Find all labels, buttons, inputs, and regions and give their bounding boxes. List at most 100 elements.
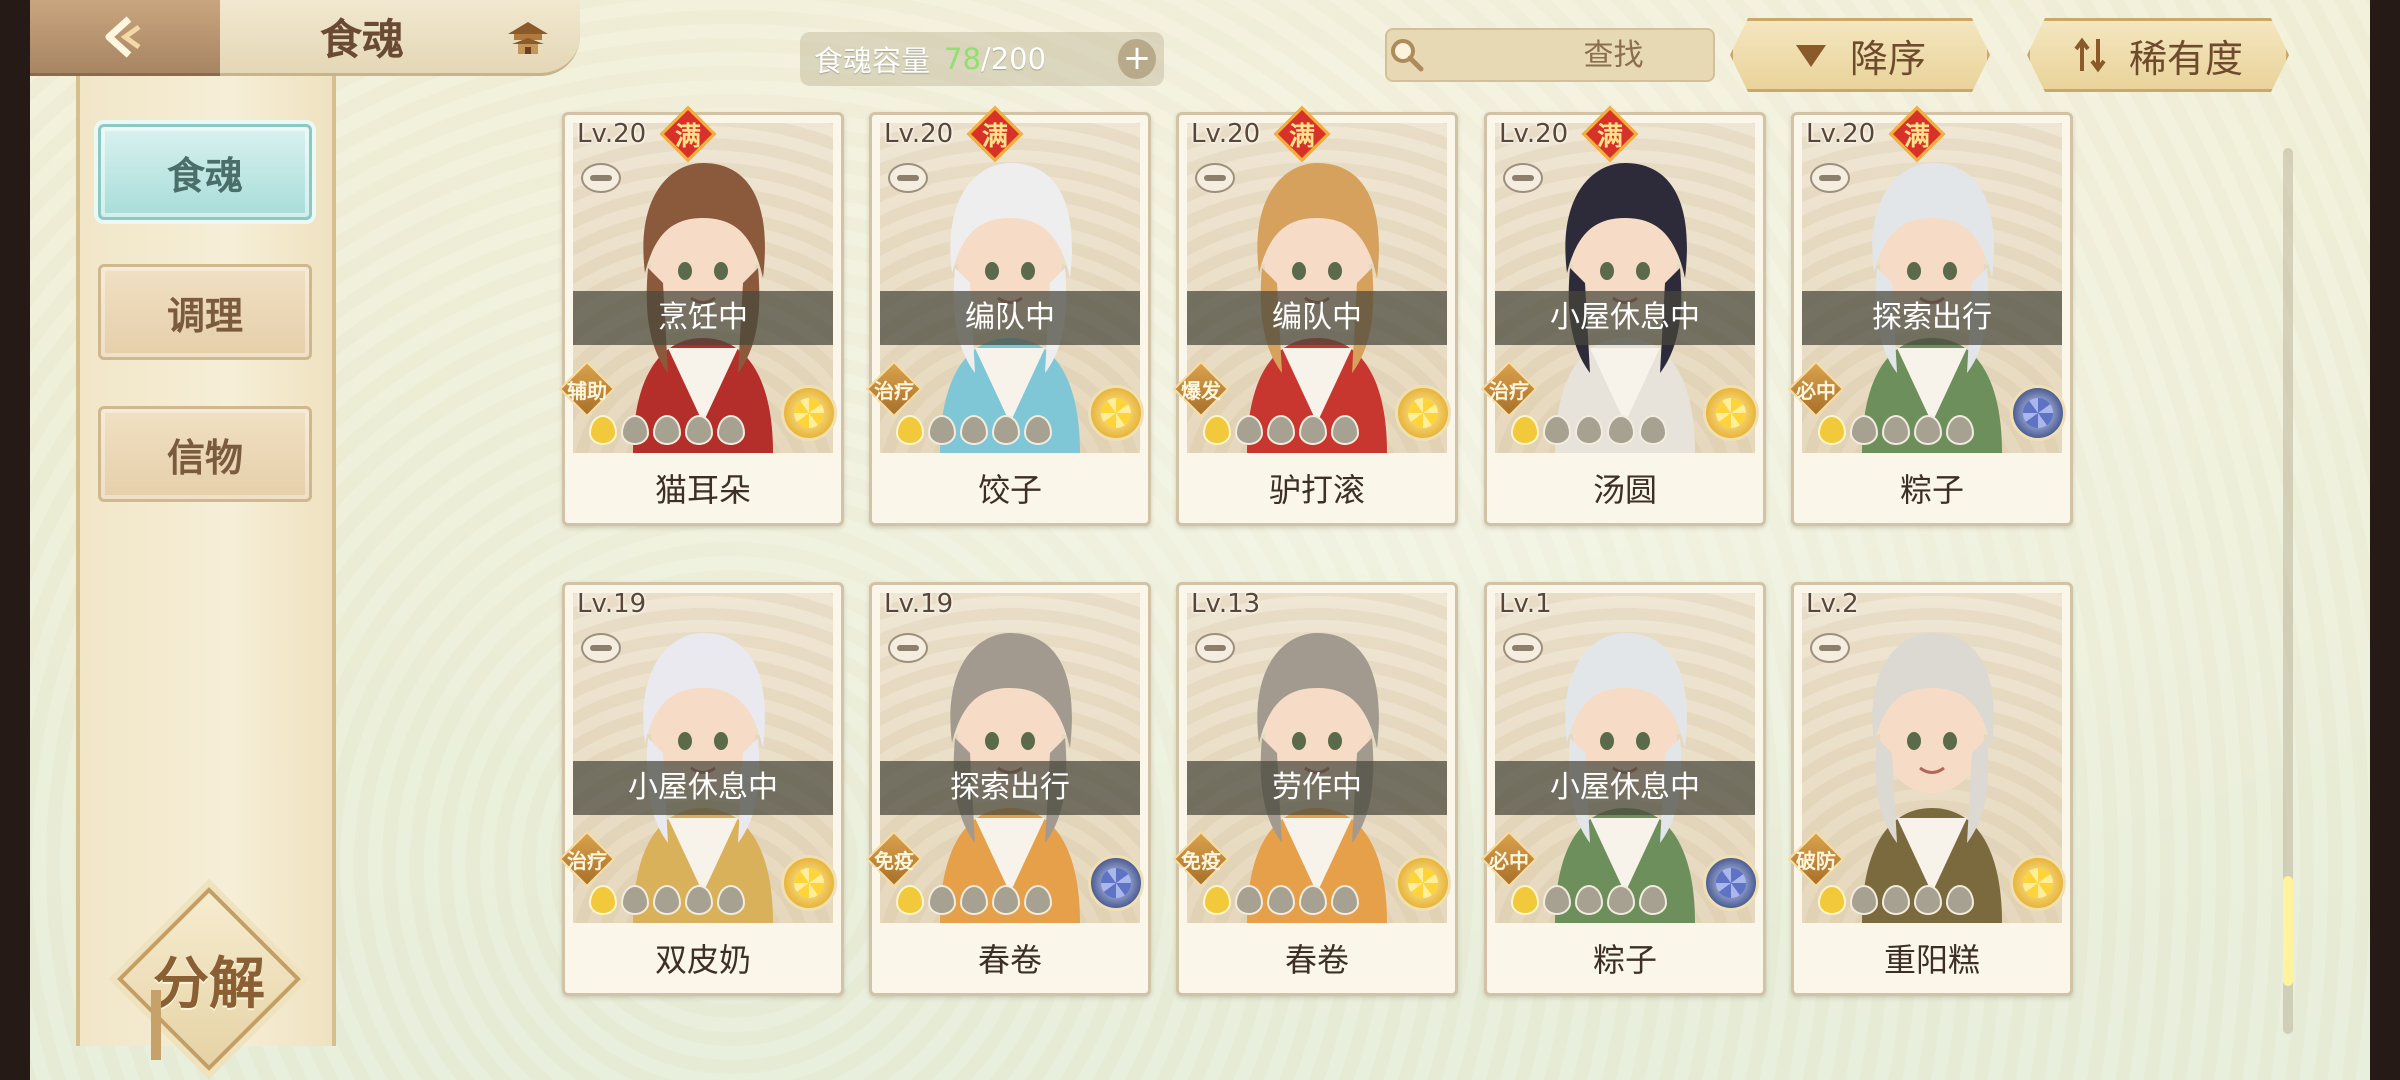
flame-icon — [896, 885, 924, 915]
level-label: Lv.19 — [577, 589, 647, 619]
role-text: 必中 — [1489, 848, 1529, 873]
flame-icon — [1914, 415, 1942, 445]
food-soul-card[interactable]: Lv.20 满编队中 爆发 驴打滚 — [1172, 105, 1458, 526]
max-badge-text: 满 — [1903, 121, 1930, 152]
food-soul-card[interactable]: Lv.1 小屋休息中 必中 粽子 — [1480, 582, 1766, 996]
flame-icon — [1607, 415, 1635, 445]
food-soul-card[interactable]: Lv.20 满编队中治疗饺子 — [865, 105, 1151, 526]
level-label: Lv.2 — [1806, 589, 1859, 619]
rarity-flower-icon — [1088, 855, 1144, 911]
capacity-max: /200 — [980, 42, 1047, 76]
role-badge: 治疗 — [865, 360, 923, 418]
max-badge-text: 满 — [674, 121, 701, 152]
level-label: Lv.19 — [884, 589, 954, 619]
level-label: Lv.20 — [1499, 119, 1569, 149]
max-level-badge: 满 — [966, 105, 1024, 163]
flame-icon — [960, 885, 988, 915]
sidebar-item-seasoning[interactable]: 调理 — [98, 264, 312, 360]
food-soul-name: 粽子 — [1899, 471, 1964, 509]
flame-icon — [1235, 415, 1263, 445]
flame-icon — [1299, 885, 1327, 915]
back-arrow-icon — [97, 9, 153, 65]
awakening-flames — [589, 415, 745, 445]
food-soul-card[interactable]: Lv.20 满烹饪中 辅助 猫耳朵 — [558, 105, 844, 526]
rarity-flower-icon — [781, 385, 837, 441]
pot-icon — [1503, 163, 1543, 193]
scrollbar[interactable] — [2283, 148, 2293, 1034]
sort-order-label: 降序 — [1849, 36, 1926, 81]
flame-icon — [1639, 885, 1667, 915]
rarity-flower-icon — [781, 855, 837, 911]
flame-icon — [621, 885, 649, 915]
level-label: Lv.1 — [1499, 589, 1552, 619]
back-button[interactable] — [30, 0, 220, 76]
max-badge-text: 满 — [1288, 121, 1315, 152]
sort-key-button[interactable]: 稀有度 — [2027, 18, 2289, 92]
status-label: 小屋休息中 — [573, 761, 833, 815]
flame-icon — [928, 885, 956, 915]
capacity-indicator: 食魂容量 78 /200 + — [800, 32, 1164, 86]
rarity-flower-icon — [2010, 855, 2066, 911]
flame-icon — [1331, 885, 1359, 915]
role-text: 治疗 — [1489, 378, 1529, 403]
level-label: Lv.20 — [577, 119, 647, 149]
scrollbar-thumb[interactable] — [2283, 876, 2293, 986]
role-badge: 免疫 — [865, 830, 923, 888]
food-soul-card[interactable]: Lv.20 满小屋休息中 治疗 汤圆 — [1480, 105, 1766, 526]
flame-icon — [1946, 415, 1974, 445]
awakening-flames — [1818, 885, 1974, 915]
awakening-flames — [1203, 415, 1359, 445]
flame-icon — [1511, 885, 1539, 915]
flame-icon — [1850, 415, 1878, 445]
flame-icon — [685, 885, 713, 915]
flame-icon — [653, 415, 681, 445]
pot-icon — [888, 633, 928, 663]
status-label: 编队中 — [880, 291, 1140, 345]
pagoda-icon[interactable] — [500, 14, 556, 62]
flame-icon — [1024, 885, 1052, 915]
rarity-flower-icon — [1703, 385, 1759, 441]
decompose-button[interactable]: 分解 — [114, 884, 304, 1074]
sort-key-label: 稀有度 — [2128, 36, 2243, 81]
flame-icon — [1850, 885, 1878, 915]
sidebar-item-tokens[interactable]: 信物 — [98, 406, 312, 502]
search-icon — [1387, 28, 1427, 82]
status-label: 编队中 — [1187, 291, 1447, 345]
flame-icon — [960, 415, 988, 445]
role-badge: 治疗 — [558, 830, 616, 888]
flame-icon — [589, 415, 617, 445]
food-soul-card[interactable]: Lv.2 破防 重阳糕 — [1787, 582, 2073, 996]
pot-icon — [1503, 633, 1543, 663]
capacity-label: 食魂容量 — [814, 44, 931, 78]
role-text: 辅助 — [567, 378, 607, 403]
flame-icon — [1299, 415, 1327, 445]
sidebar-item-food-souls[interactable]: 食魂 — [98, 124, 312, 220]
food-soul-card[interactable]: Lv.20 满探索出行 必中 粽子 — [1787, 105, 2073, 526]
flame-icon — [1267, 885, 1295, 915]
expand-capacity-button[interactable]: + — [1116, 39, 1156, 79]
flame-icon — [1607, 885, 1635, 915]
food-soul-card[interactable]: Lv.19 探索出行 免疫 春卷 — [865, 582, 1151, 996]
max-level-badge: 满 — [659, 105, 717, 163]
role-badge: 必中 — [1480, 830, 1538, 888]
flame-icon — [1203, 415, 1231, 445]
pot-icon — [1810, 163, 1850, 193]
pot-icon — [581, 163, 621, 193]
role-badge: 必中 — [1787, 360, 1845, 418]
capacity-current: 78 — [944, 42, 981, 76]
awakening-flames — [896, 885, 1052, 915]
pot-icon — [888, 163, 928, 193]
level-label: Lv.13 — [1191, 589, 1261, 619]
sort-order-button[interactable]: 降序 — [1730, 18, 1990, 92]
max-level-badge: 满 — [1581, 105, 1639, 163]
awakening-flames — [1203, 885, 1359, 915]
role-badge: 爆发 — [1172, 360, 1230, 418]
food-soul-card[interactable]: Lv.19 小屋休息中 治疗 双皮奶 — [558, 582, 844, 996]
food-soul-name: 饺子 — [977, 471, 1042, 509]
flame-icon — [1203, 885, 1231, 915]
food-soul-card[interactable]: Lv.13 劳作中 免疫 春卷 — [1172, 582, 1458, 996]
pot-icon — [1195, 163, 1235, 193]
swap-arrows-icon — [2073, 37, 2107, 73]
level-label: Lv.20 — [884, 119, 954, 149]
flame-icon — [1235, 885, 1263, 915]
